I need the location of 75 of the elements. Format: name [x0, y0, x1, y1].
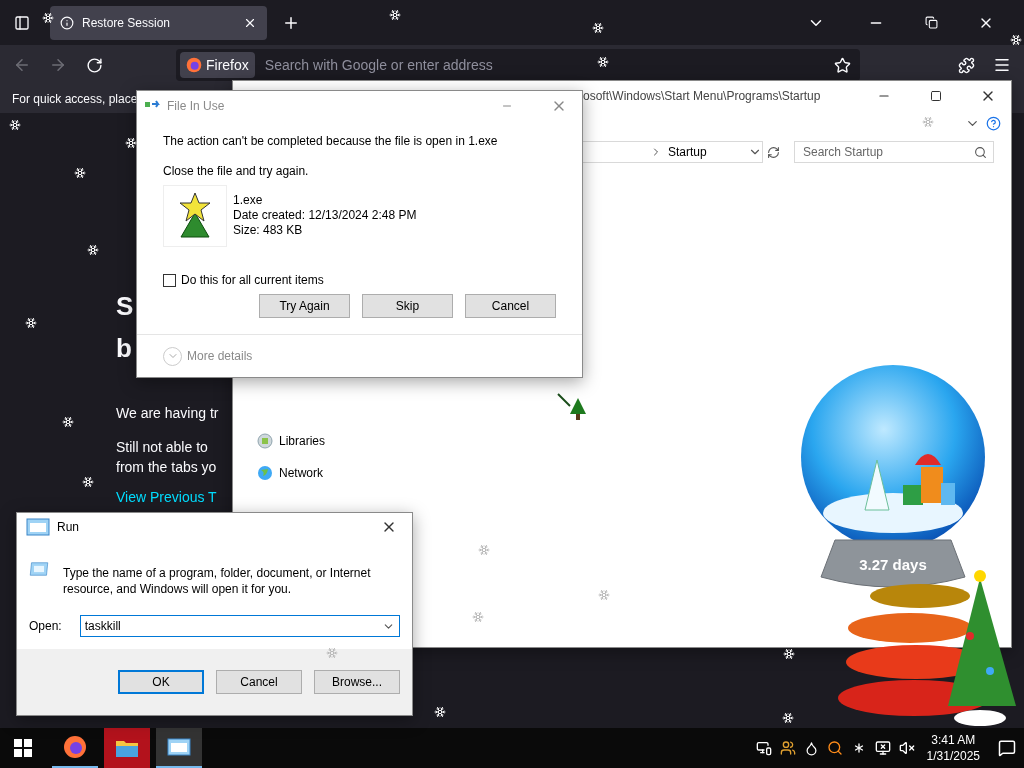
more-details-link[interactable]: More details	[187, 349, 253, 363]
snowflake-icon	[25, 317, 37, 329]
firefox-icon	[63, 735, 87, 759]
snowflake-icon	[82, 476, 94, 488]
open-label: Open:	[29, 619, 62, 633]
page-heading: S	[116, 290, 134, 323]
folder-icon	[115, 738, 139, 758]
info-icon	[60, 15, 74, 30]
users-icon[interactable]	[779, 740, 796, 756]
countdown-label: 3.27 days	[859, 556, 927, 573]
snowflake-icon	[42, 12, 54, 24]
dialog-button[interactable]: Cancel	[216, 670, 302, 694]
snowflake-icon	[592, 22, 604, 34]
run-icon	[25, 517, 51, 537]
file-date: Date created: 12/13/2024 2:48 PM	[233, 208, 417, 223]
network-icon[interactable]	[874, 740, 891, 756]
dialog-button[interactable]: Browse...	[314, 670, 400, 694]
browser-tab[interactable]: Restore Session	[50, 5, 267, 40]
page-text: We are having tr	[116, 404, 219, 423]
snowflake-icon	[478, 544, 490, 556]
help-icon[interactable]	[986, 115, 1001, 131]
snowflake-icon	[62, 416, 74, 428]
dialog-message: The action can't be completed because the file is open in 1.exe	[163, 133, 499, 149]
window-title: osoft\Windows\Start Menu\Programs\Startup	[583, 89, 821, 103]
snowflake-icon	[782, 712, 794, 724]
nav-item[interactable]: Libraries	[257, 431, 326, 451]
taskbar-app[interactable]	[156, 728, 202, 768]
firefox-icon	[186, 57, 202, 73]
snowflake-icon	[598, 589, 610, 601]
address-bar[interactable]: Firefox Search with Google or enter address	[176, 49, 860, 81]
dialog-instruction: Close the file and try again.	[163, 163, 310, 179]
snowflake-icon	[1010, 34, 1022, 46]
run-description: Type the name of a program, folder, document, or Internet resource, and Windows will open it for you.	[63, 565, 372, 597]
checkbox[interactable]	[163, 273, 176, 287]
page-text: from the tabs yo	[116, 458, 217, 477]
view-previous-link[interactable]: View Previous T	[116, 489, 217, 505]
open-combobox[interactable]: taskkill	[79, 615, 400, 637]
snowflake-icon	[434, 706, 446, 718]
dialog-title: Run	[57, 520, 79, 534]
globe-icon	[257, 465, 273, 481]
file-size: Size: 483 KB	[233, 223, 304, 238]
droplet-icon[interactable]	[803, 740, 819, 756]
open-input[interactable]: taskkill	[84, 618, 376, 634]
dialog-title: File In Use	[167, 99, 225, 113]
address-input[interactable]: Search with Google or enter address	[262, 56, 820, 74]
snowflake-icon	[597, 56, 609, 68]
file-name: 1.exe	[233, 193, 264, 208]
page-text: Still not able to	[116, 438, 208, 457]
monitor-icon[interactable]	[755, 740, 772, 756]
notification-icon[interactable]	[998, 739, 1016, 757]
nav-item[interactable]: Network	[257, 463, 323, 483]
checkbox-label: Do this for all current items	[181, 273, 324, 287]
snowflake-icon	[87, 244, 99, 256]
snowflake-icon	[922, 116, 934, 128]
clock[interactable]: 3:41 AM 1/31/2025	[926, 732, 980, 764]
windows-icon	[14, 739, 32, 757]
dialog-button[interactable]: Cancel	[465, 294, 556, 318]
refresh-icon[interactable]	[767, 145, 780, 159]
page-heading: b	[116, 332, 132, 365]
snowflake-icon	[389, 9, 401, 21]
dialog-button[interactable]: OK	[118, 670, 204, 694]
libraries-icon	[257, 433, 273, 449]
volume-icon[interactable]	[898, 740, 915, 756]
search-icon	[974, 145, 987, 159]
bookmarks-notice: For quick access, place	[12, 92, 138, 106]
dialog-button[interactable]: Try Again	[259, 294, 350, 318]
run-icon	[166, 737, 192, 757]
snowflake-icon	[326, 647, 338, 659]
snowflake-icon	[9, 119, 21, 131]
identity-chip[interactable]: Firefox	[180, 52, 255, 78]
search-field[interactable]: Search Startup	[794, 141, 994, 163]
search-icon[interactable]	[826, 740, 843, 756]
snowflake-icon	[74, 167, 86, 179]
dialog-button[interactable]: Skip	[362, 294, 453, 318]
snowflake-icon	[472, 611, 484, 623]
